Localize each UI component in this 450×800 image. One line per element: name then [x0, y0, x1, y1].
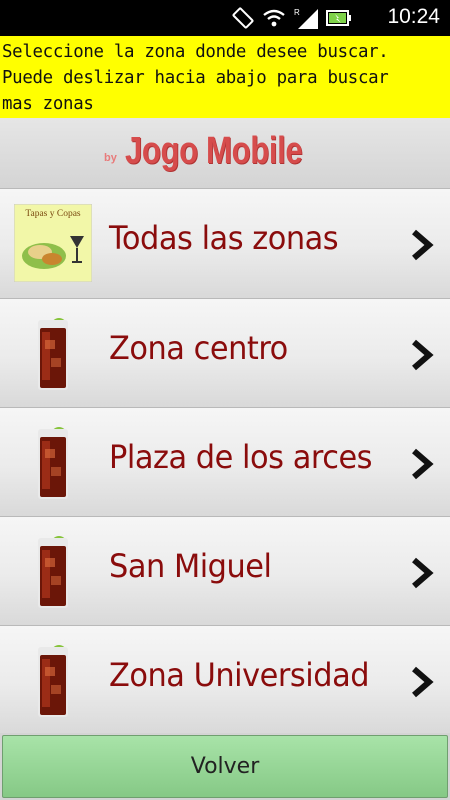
cocktail-glass-icon: [38, 427, 68, 499]
chevron-right-icon: [412, 339, 434, 371]
cocktail-glass-icon: [38, 536, 68, 608]
tapas-y-copas-logo: Tapas y Copas: [14, 204, 92, 282]
brand-by-label: by: [104, 152, 117, 164]
zone-label: Zona Universidad: [109, 656, 370, 694]
brand-logo-text: Jogo Mobile: [125, 130, 303, 172]
zone-item-universidad[interactable]: Zona Universidad: [0, 625, 450, 734]
zone-item-centro[interactable]: Zona centro: [0, 298, 450, 407]
svg-text:R: R: [294, 8, 300, 17]
zone-label: Todas las zonas: [109, 219, 339, 257]
back-button[interactable]: Volver: [2, 735, 448, 798]
bottom-bar: Volver: [0, 733, 450, 800]
chevron-right-icon: [412, 557, 434, 589]
status-time: 10:24: [387, 5, 440, 28]
status-bar: R 10:24: [0, 0, 450, 36]
wifi-icon: [263, 9, 285, 27]
screen-rotate-icon: [232, 7, 254, 29]
cocktail-glass-icon: [38, 318, 68, 390]
cocktail-glass-icon: [38, 645, 68, 717]
zone-label: Zona centro: [109, 329, 288, 367]
signal-icon: R: [294, 8, 318, 29]
chevron-right-icon: [412, 229, 434, 261]
zone-item-todas[interactable]: Tapas y Copas Todas las zonas: [0, 188, 450, 298]
zone-label: Plaza de los arces: [109, 438, 373, 476]
zone-list: Tapas y Copas Todas las zonas Zona centr…: [0, 188, 450, 734]
status-icons: R: [232, 6, 352, 30]
battery-icon: [326, 10, 351, 26]
zone-item-san-miguel[interactable]: San Miguel: [0, 516, 450, 625]
zone-item-plaza-de-los-arces[interactable]: Plaza de los arces: [0, 407, 450, 516]
thumbnail-caption: Tapas y Copas: [25, 209, 81, 219]
chevron-right-icon: [412, 666, 434, 698]
zone-label: San Miguel: [109, 547, 272, 585]
instruction-banner: Seleccione la zona donde desee buscar. P…: [0, 36, 450, 118]
brand-header: by Jogo Mobile: [0, 118, 450, 188]
chevron-right-icon: [412, 448, 434, 480]
